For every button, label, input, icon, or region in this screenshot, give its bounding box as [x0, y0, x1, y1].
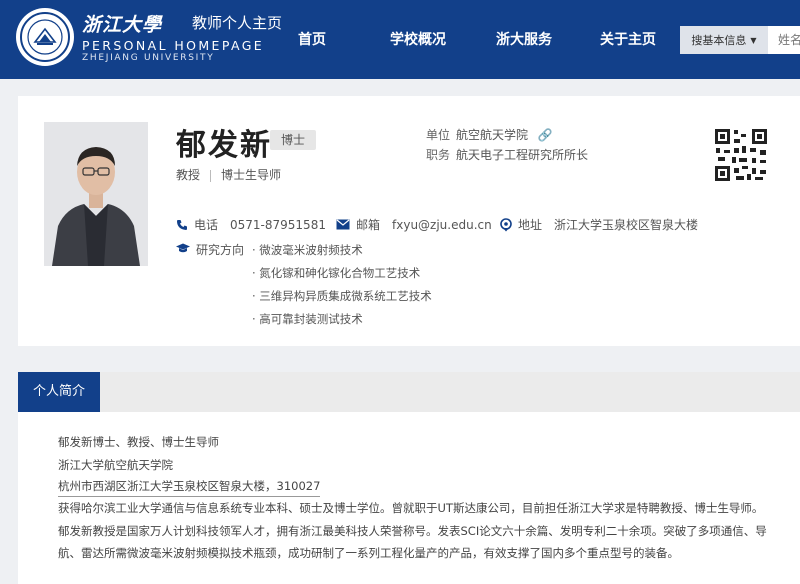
phone-icon [176, 219, 188, 231]
research-label: 研究方向 [196, 243, 245, 257]
intro-tab-bar: 个人简介 [18, 372, 800, 412]
profile-card: 郁发新 博士 教授 博士生导师 单位 航空航天学院 🔗 职务 航天电子工程研究所所长 … [18, 96, 800, 346]
university-seal-icon [20, 12, 70, 62]
research-heading: 研究方向 [176, 241, 244, 258]
email-label: 邮箱 [356, 218, 381, 232]
search-category-select[interactable]: 搜基本信息 ▼ [680, 26, 768, 54]
qr-code-icon [714, 128, 768, 182]
research-item: · 氮化镓和砷化镓化合物工艺技术 [252, 266, 421, 280]
academic-titles: 教授 博士生导师 [176, 166, 281, 183]
unit-value: 航空航天学院 [456, 128, 529, 142]
email-value[interactable]: fxyu@zju.edu.cn [392, 218, 492, 232]
address-contact: 地址 浙江大学玉泉校区智泉大楼 [500, 216, 698, 233]
research-item: · 高可靠封装测试技术 [252, 312, 363, 326]
university-logo[interactable] [16, 8, 74, 66]
title-separator [210, 169, 212, 182]
email-contact: 邮箱 fxyu@zju.edu.cn [336, 216, 492, 233]
unit-label: 单位 [426, 128, 451, 142]
tab-personal-intro[interactable]: 个人简介 [18, 372, 100, 412]
nav-zju-services[interactable]: 浙大服务 [496, 29, 552, 49]
location-pin-icon [500, 217, 512, 232]
intro-line: 浙江大学航空航天学院 [58, 458, 173, 472]
logo-english-title: PERSONAL HOMEPAGE [82, 38, 265, 53]
degree-badge: 博士 [270, 130, 316, 150]
search-input[interactable]: 姓名 [768, 26, 800, 54]
title-professor: 教授 [176, 168, 201, 182]
research-item: · 微波毫米波射频技术 [252, 243, 363, 257]
title-supervisor: 博士生导师 [221, 168, 282, 182]
nav-home[interactable]: 首页 [298, 29, 326, 49]
site-header: 浙江大學 教师个人主页 PERSONAL HOMEPAGE ZHEJIANG U… [0, 0, 800, 79]
intro-line: 郁发新博士、教授、博士生导师 [58, 435, 219, 449]
intro-line: 航、雷达所需微波毫米波射频模拟技术瓶颈，成功研制了一系列工程化量产的产品，有效支… [58, 546, 679, 560]
position-label: 职务 [426, 148, 451, 162]
nav-about[interactable]: 关于主页 [600, 29, 656, 49]
graduation-cap-icon [176, 243, 190, 257]
logo-subtitle: 教师个人主页 [192, 14, 283, 32]
mail-icon [336, 219, 350, 230]
profile-photo [44, 122, 148, 266]
address-value: 浙江大学玉泉校区智泉大楼 [554, 218, 699, 232]
address-label: 地址 [518, 218, 543, 232]
logo-chinese-name: 浙江大學 [82, 14, 163, 36]
phone-value: 0571-87951581 [230, 217, 326, 232]
intro-line: 杭州市西湖区浙江大学玉泉校区智泉大楼，310027 [58, 478, 321, 497]
research-item: · 三维异构异质集成微系统工艺技术 [252, 289, 432, 303]
position-value: 航天电子工程研究所所长 [456, 148, 589, 162]
intro-line: 获得哈尔滨工业大学通信与信息系统专业本科、硕士及博士学位。曾就职于UT斯达康公司… [58, 501, 764, 515]
search-category-label: 搜基本信息 [691, 34, 747, 47]
chevron-down-icon: ▼ [750, 35, 757, 45]
logo-english-university: ZHEJIANG UNIVERSITY [82, 53, 215, 63]
intro-section: 个人简介 郁发新博士、教授、博士生导师 浙江大学航空航天学院 杭州市西湖区浙江大… [18, 372, 800, 584]
nav-school-overview[interactable]: 学校概况 [390, 29, 446, 49]
phone-contact: 电话 0571-87951581 [176, 216, 326, 233]
intro-line: 郁发新教授是国家万人计划科技领军人才，拥有浙江最美科技人荣誉称号。发表SCI论文… [58, 524, 767, 538]
unit-row: 单位 航空航天学院 🔗 [426, 126, 553, 143]
link-icon[interactable]: 🔗 [538, 128, 553, 142]
position-row: 职务 航天电子工程研究所所长 [426, 146, 588, 163]
phone-label: 电话 [194, 218, 219, 232]
profile-name: 郁发新 [176, 128, 272, 163]
